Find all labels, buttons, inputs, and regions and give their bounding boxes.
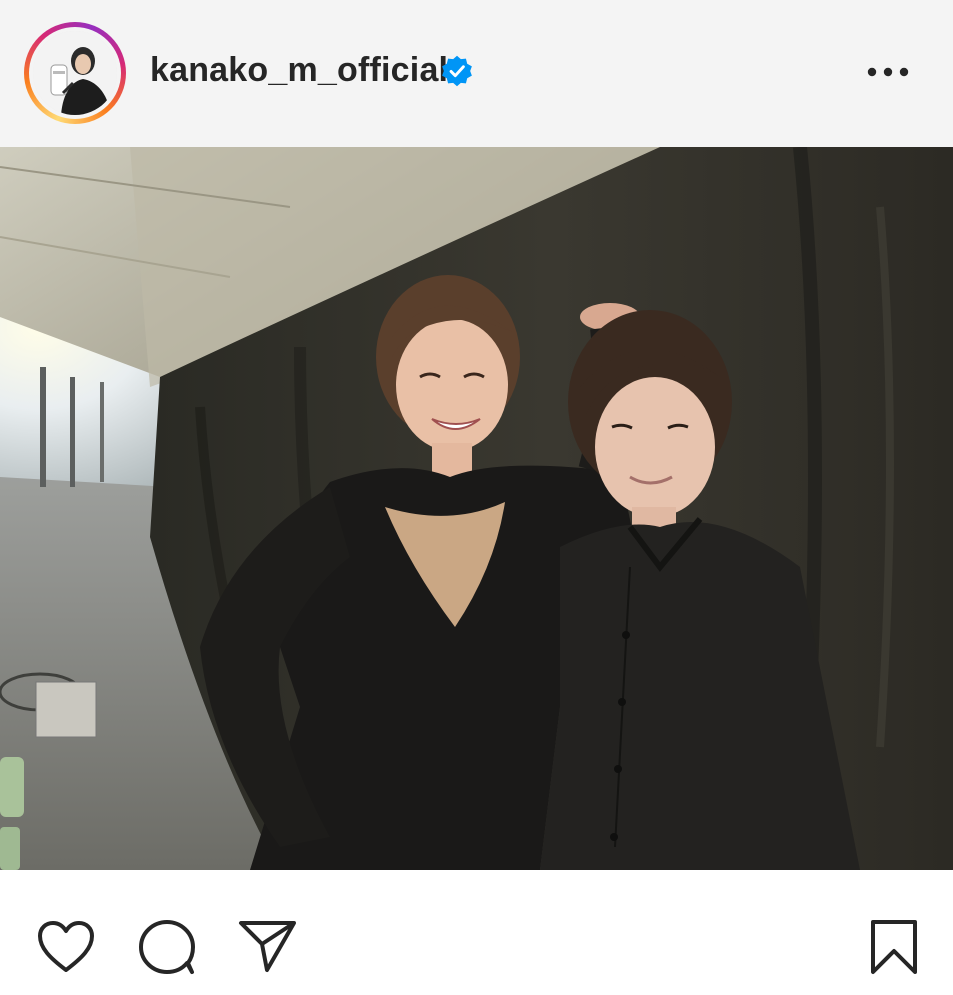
instagram-post: kanako_m_official — [0, 0, 953, 995]
profile-photo — [33, 31, 117, 115]
verified-badge-icon — [442, 55, 472, 87]
post-image — [0, 147, 953, 870]
send-icon — [239, 921, 296, 972]
like-button[interactable] — [36, 920, 96, 974]
heart-icon — [38, 921, 94, 972]
post-photo[interactable] — [0, 147, 953, 870]
bookmark-icon — [871, 920, 917, 974]
avatar[interactable] — [33, 31, 117, 115]
save-button[interactable] — [868, 918, 920, 976]
comment-button[interactable] — [137, 918, 197, 976]
post-actions — [0, 870, 953, 995]
post-header: kanako_m_official — [0, 0, 953, 147]
author-username[interactable]: kanako_m_official — [150, 48, 448, 92]
comment-icon — [139, 920, 195, 974]
more-horizontal-icon — [867, 67, 909, 77]
share-button[interactable] — [238, 918, 298, 974]
story-ring[interactable] — [24, 22, 126, 124]
more-options-button[interactable] — [860, 52, 916, 92]
